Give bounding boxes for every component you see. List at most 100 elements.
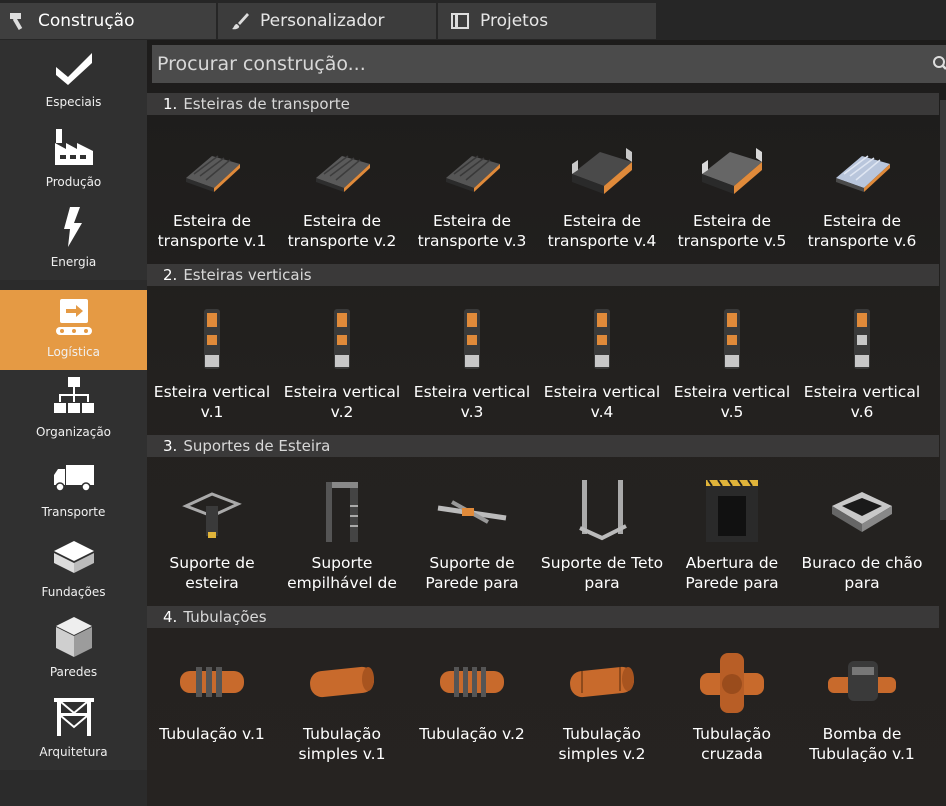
build-item-pipeline-junction-cross[interactable]: Tubulação cruzada bbox=[667, 631, 797, 771]
sidebar-item-paredes[interactable]: Paredes bbox=[0, 610, 147, 690]
build-item-stackable-pole[interactable]: Suporte empilhável de bbox=[277, 460, 407, 600]
section-grid: Esteira de transporte v.1 Esteira de tra… bbox=[147, 118, 939, 258]
conveyor-pole-icon bbox=[182, 492, 242, 538]
build-item-label: Esteira de transporte v.5 bbox=[677, 212, 787, 250]
build-item-conveyor-pole[interactable]: Suporte de esteira bbox=[147, 460, 277, 600]
wall-mount-icon bbox=[437, 500, 507, 524]
build-item-conveyor-belt-mk4[interactable]: Esteira de transporte v.4 bbox=[537, 118, 667, 258]
pipe-junction-icon bbox=[700, 653, 764, 713]
sidebar-item-transporte[interactable]: Transporte bbox=[0, 450, 147, 530]
build-item-conveyor-floor-hole[interactable]: Buraco de chão para bbox=[797, 460, 927, 600]
sidebar-item-especiais[interactable]: Especiais bbox=[0, 40, 147, 120]
build-item-label: Buraco de chão para bbox=[801, 554, 923, 592]
build-item-pipeline-mk1[interactable]: Tubulação v.1 bbox=[147, 631, 277, 771]
sidebar-item-energia[interactable]: Energia bbox=[0, 200, 147, 280]
truck-icon bbox=[53, 465, 94, 492]
build-item-label: Esteira vertical v.5 bbox=[673, 383, 791, 421]
ceiling-mount-icon bbox=[579, 480, 627, 541]
factory-icon bbox=[54, 129, 93, 165]
sidebar-item-producao[interactable]: Produção bbox=[0, 120, 147, 200]
foundation-icon bbox=[53, 541, 94, 573]
sidebar-item-label: Produção bbox=[45, 175, 102, 189]
build-item-label: Esteira de transporte v.2 bbox=[287, 212, 397, 250]
section-grid: Tubulação v.1 Tubulação simples v.1 Tubu… bbox=[147, 631, 939, 771]
paintbrush-icon bbox=[232, 13, 249, 30]
build-item-label: Esteira vertical v.2 bbox=[283, 383, 401, 421]
scaffold-icon bbox=[53, 698, 94, 736]
tab-label: Projetos bbox=[480, 11, 549, 31]
section-header: 1. Esteiras de transporte bbox=[147, 93, 939, 115]
build-item-label: Tubulação v.2 bbox=[419, 725, 525, 743]
sidebar-item-label: Transporte bbox=[41, 505, 106, 519]
sidebar-item-arquitetura[interactable]: Arquitetura bbox=[0, 690, 147, 770]
build-item-conveyor-lift-mk6[interactable]: Esteira vertical v.6 bbox=[797, 289, 927, 429]
section-header: 3. Suportes de Esteira bbox=[147, 435, 939, 457]
build-item-wall-conveyor-mount[interactable]: Suporte de Parede para bbox=[407, 460, 537, 600]
sidebar-item-label: Paredes bbox=[49, 665, 98, 679]
hierarchy-icon bbox=[53, 377, 94, 413]
build-item-label: Esteira vertical v.3 bbox=[413, 383, 531, 421]
search-bar bbox=[152, 45, 946, 83]
section-number: 3. bbox=[163, 437, 178, 455]
build-item-conveyor-lift-mk2[interactable]: Esteira vertical v.2 bbox=[277, 289, 407, 429]
pipe-ribbed-icon bbox=[440, 667, 504, 697]
build-item-label: Suporte de Teto para bbox=[540, 554, 664, 592]
tab-label: Construção bbox=[38, 11, 135, 31]
build-item-pipeline-pump-mk1[interactable]: Bomba de Tubulação v.1 bbox=[797, 631, 927, 771]
floor-hole-icon bbox=[832, 492, 892, 532]
build-item-label: Esteira de transporte v.4 bbox=[547, 212, 657, 250]
build-item-pipeline-mk1-no-indicator[interactable]: Tubulação simples v.1 bbox=[277, 631, 407, 771]
build-item-conveyor-lift-mk4[interactable]: Esteira vertical v.4 bbox=[537, 289, 667, 429]
conveyor-belt-icon bbox=[316, 155, 370, 192]
tab-personalizador[interactable]: Personalizador bbox=[218, 3, 436, 39]
category-sidebar: Especiais Produção Energia Logística Org… bbox=[0, 40, 147, 806]
build-item-label: Bomba de Tubulação v.1 bbox=[809, 725, 915, 763]
build-item-label: Suporte de esteira bbox=[169, 554, 255, 592]
build-item-label: Esteira vertical v.4 bbox=[543, 383, 661, 421]
conveyor-lift-icon bbox=[724, 309, 740, 369]
conveyor-belt-icon bbox=[446, 155, 500, 192]
sidebar-item-label: Fundações bbox=[41, 585, 106, 599]
section-number: 1. bbox=[163, 95, 178, 113]
sidebar-item-label: Especiais bbox=[45, 95, 102, 109]
build-item-conveyor-belt-mk6[interactable]: Esteira de transporte v.6 bbox=[797, 118, 927, 258]
top-tab-bar: Construção Personalizador Projetos bbox=[0, 0, 946, 40]
build-item-label: Tubulação cruzada bbox=[693, 725, 771, 763]
section-header: 2. Esteiras verticais bbox=[147, 264, 939, 286]
build-item-conveyor-lift-mk1[interactable]: Esteira vertical v.1 bbox=[147, 289, 277, 429]
build-item-label: Suporte de Parede para bbox=[425, 554, 519, 592]
sidebar-item-organizacao[interactable]: Organização bbox=[0, 370, 147, 450]
sidebar-item-fundacoes[interactable]: Fundações bbox=[0, 530, 147, 610]
wall-hole-icon bbox=[706, 479, 758, 542]
search-input[interactable] bbox=[157, 53, 917, 75]
conveyor-belt-icon bbox=[836, 155, 890, 192]
build-item-conveyor-lift-mk3[interactable]: Esteira vertical v.3 bbox=[407, 289, 537, 429]
build-item-label: Esteira de transporte v.1 bbox=[157, 212, 267, 250]
conveyor-belt-icon bbox=[702, 148, 762, 194]
build-item-label: Suporte empilhável de bbox=[287, 554, 397, 592]
build-item-label: Esteira de transporte v.6 bbox=[807, 212, 917, 250]
section-title: Esteiras de transporte bbox=[183, 95, 350, 113]
build-item-label: Tubulação simples v.2 bbox=[558, 725, 646, 763]
section-title: Esteiras verticais bbox=[183, 266, 312, 284]
build-item-conveyor-belt-mk3[interactable]: Esteira de transporte v.3 bbox=[407, 118, 537, 258]
search-icon[interactable] bbox=[930, 55, 946, 73]
build-item-pipeline-mk2[interactable]: Tubulação v.2 bbox=[407, 631, 537, 771]
sidebar-item-logistica[interactable]: Logística bbox=[0, 290, 147, 370]
tab-projetos[interactable]: Projetos bbox=[438, 3, 656, 39]
build-item-conveyor-belt-mk1[interactable]: Esteira de transporte v.1 bbox=[147, 118, 277, 258]
build-item-label: Tubulação simples v.1 bbox=[298, 725, 386, 763]
pipe-plain-icon bbox=[570, 666, 634, 698]
build-item-label: Esteira vertical v.1 bbox=[153, 383, 271, 421]
build-item-pipeline-mk2-no-indicator[interactable]: Tubulação simples v.2 bbox=[537, 631, 667, 771]
build-item-conveyor-wall-hole[interactable]: Abertura de Parede para bbox=[667, 460, 797, 600]
build-item-conveyor-belt-mk5[interactable]: Esteira de transporte v.5 bbox=[667, 118, 797, 258]
build-item-label: Tubulação v.1 bbox=[159, 725, 265, 743]
build-item-conveyor-lift-mk5[interactable]: Esteira vertical v.5 bbox=[667, 289, 797, 429]
pipe-pump-icon bbox=[828, 661, 896, 701]
tab-construcao[interactable]: Construção bbox=[0, 3, 216, 39]
build-item-conveyor-belt-mk2[interactable]: Esteira de transporte v.2 bbox=[277, 118, 407, 258]
section-number: 4. bbox=[163, 608, 178, 626]
build-item-ceiling-conveyor-mount[interactable]: Suporte de Teto para bbox=[537, 460, 667, 600]
build-item-label: Esteira de transporte v.3 bbox=[417, 212, 527, 250]
